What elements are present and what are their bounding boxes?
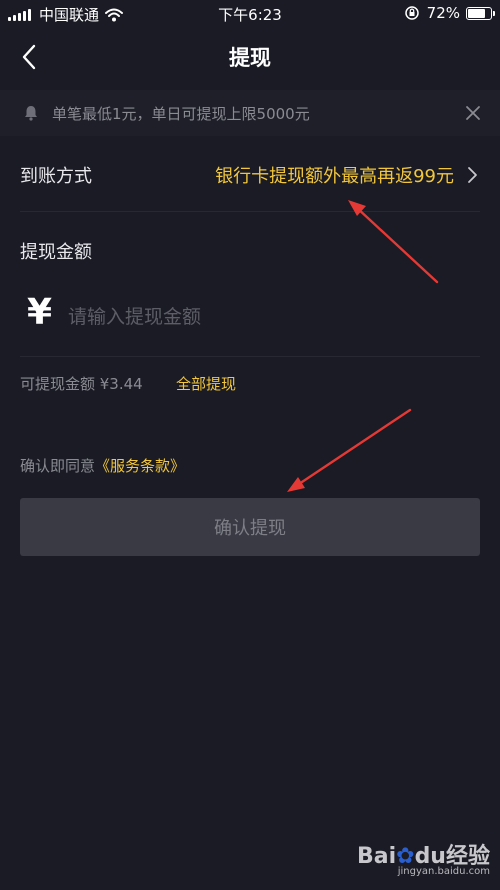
orientation-lock-icon [404,6,419,20]
notice-bar: 单笔最低1元，单日可提现上限5000元 [0,90,500,136]
status-bar: 中国联通 下午6:23 72% [0,0,500,28]
amount-title: 提现金额 [20,242,92,263]
currency-symbol: ¥ [27,292,53,333]
withdraw-all-link[interactable]: 全部提现 [176,373,236,394]
notice-text: 单笔最低1元，单日可提现上限5000元 [52,105,310,123]
available-balance: 可提现金额 ¥3.44 [20,375,143,393]
payout-method-row[interactable]: 到账方式 银行卡提现额外最高再返99元 [20,150,482,200]
nav-bar: 提现 [0,28,500,86]
agreement-row: 确认即同意《服务条款》 [20,455,185,476]
confirm-withdraw-button[interactable]: 确认提现 [20,498,480,556]
divider [20,211,480,212]
withdraw-page: 中国联通 下午6:23 72% 提现 单笔最低1元，单日可提现上限5000元 到… [0,0,500,890]
watermark-url: jingyan.baidu.com [397,866,490,877]
status-bar-right: 72% [404,4,495,22]
agreement-prefix: 确认即同意 [20,457,96,475]
bell-icon [25,106,37,121]
page-title: 提现 [229,46,271,70]
close-notice-button[interactable] [462,102,484,124]
battery-percent: 72% [426,4,460,22]
chevron-right-icon [468,167,477,183]
payout-method-value: 银行卡提现额外最高再返99元 [215,166,454,187]
amount-input[interactable] [66,300,470,334]
divider [20,356,480,357]
close-icon [466,106,480,120]
annotation-arrow-1 [348,200,439,284]
terms-link[interactable]: 《服务条款》 [95,457,185,475]
battery-fill [468,8,486,18]
payout-method-label: 到账方式 [20,166,92,187]
baidu-jingyan-watermark: Bai✿du经验 jingyan.baidu.com [340,838,490,884]
annotation-arrow-2 [287,408,412,492]
battery-icon [466,6,495,20]
